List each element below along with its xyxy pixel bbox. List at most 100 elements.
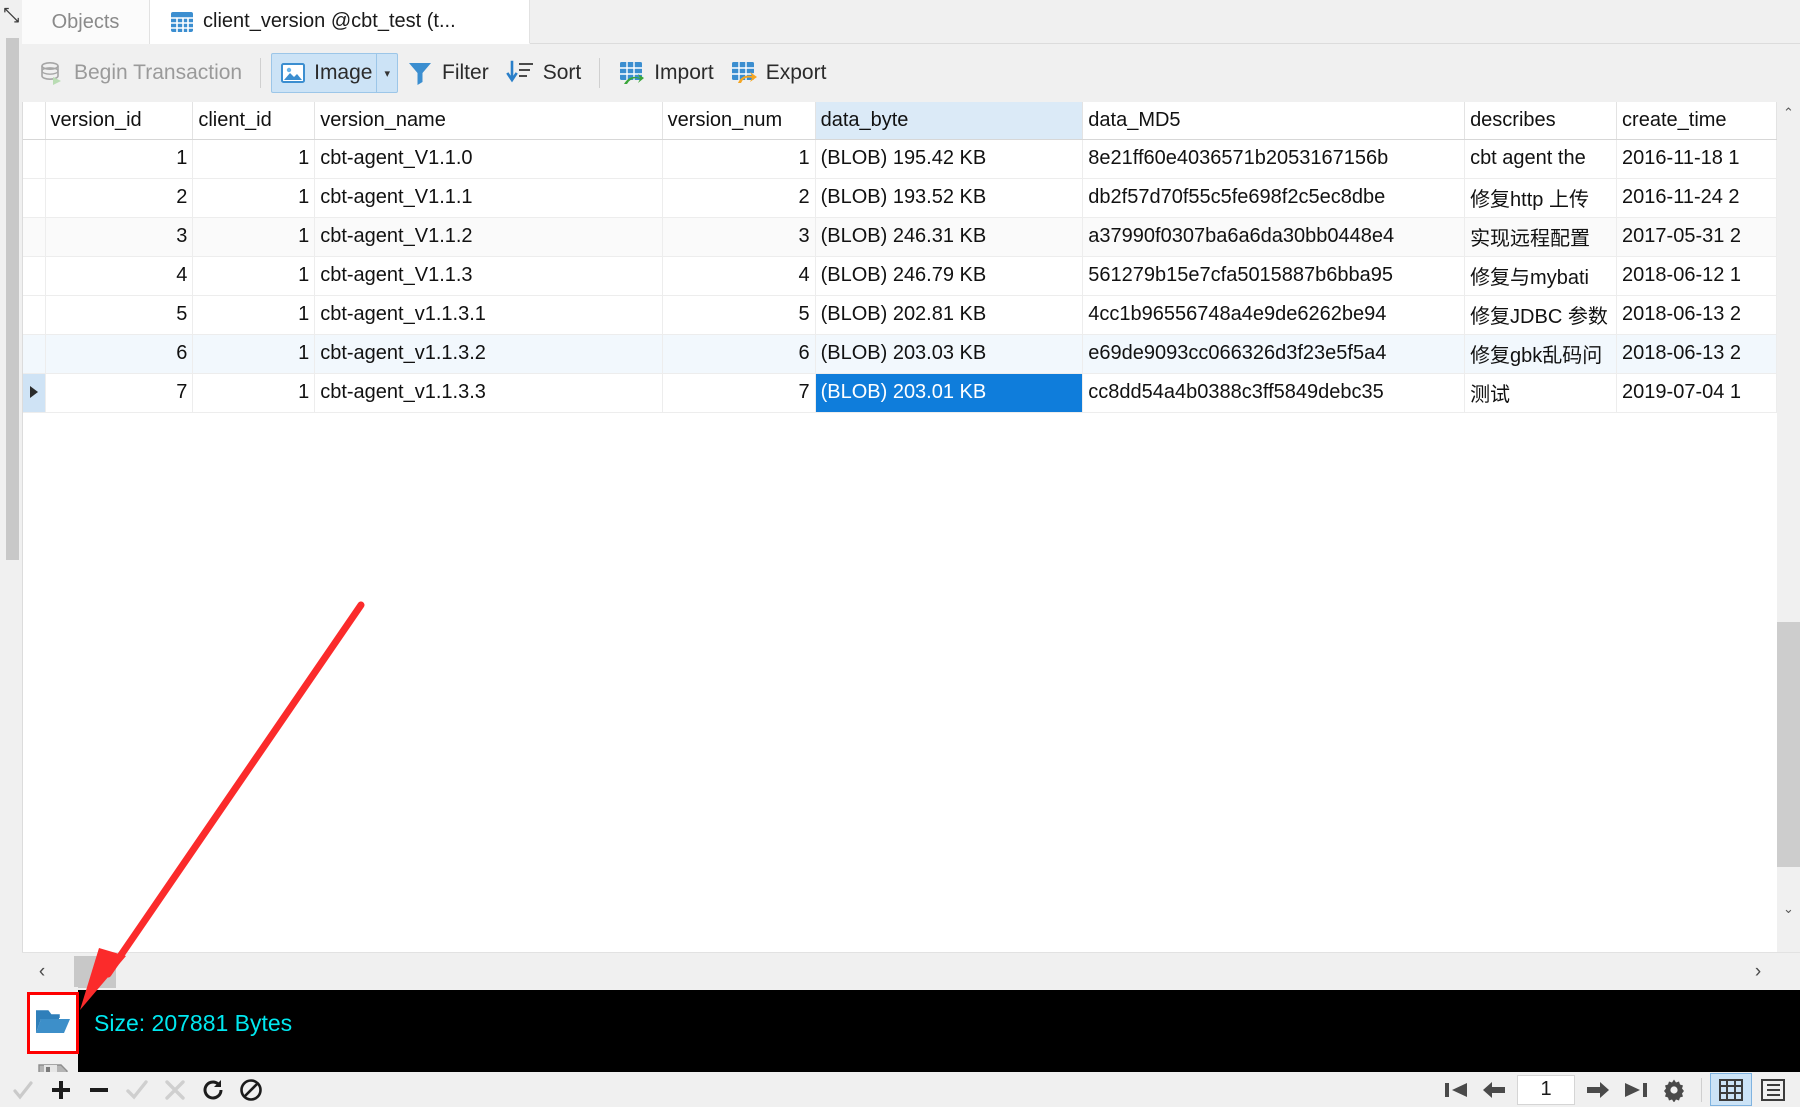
filter-button[interactable]: Filter: [398, 53, 497, 93]
cell-data_byte[interactable]: (BLOB) 195.42 KB: [815, 139, 1084, 179]
cell-version_name[interactable]: cbt-agent_v1.1.3.1: [314, 295, 663, 335]
cell-version_id[interactable]: 6: [45, 334, 194, 374]
cell-version_num[interactable]: 5: [662, 295, 816, 335]
left-collapse-strip[interactable]: ⟷: [0, 0, 25, 1107]
column-header-version_num[interactable]: version_num: [662, 102, 816, 140]
cell-data_byte[interactable]: (BLOB) 193.52 KB: [815, 178, 1084, 218]
previous-page-button[interactable]: [1475, 1072, 1513, 1107]
cell-create_time[interactable]: 2016-11-24 2: [1616, 178, 1777, 218]
tab-objects[interactable]: Objects: [22, 0, 150, 44]
table-row[interactable]: 4 1 cbt-agent_V1.1.3 4 (BLOB) 246.79 KB …: [23, 256, 1777, 296]
cell-client_id[interactable]: 1: [192, 334, 316, 374]
cell-create_time[interactable]: 2018-06-13 2: [1616, 334, 1777, 374]
cell-client_id[interactable]: 1: [192, 139, 316, 179]
row-marker-current[interactable]: [23, 373, 46, 413]
row-marker[interactable]: [23, 139, 46, 179]
image-toggle-group[interactable]: Image ▾: [271, 53, 399, 93]
column-header-version_id[interactable]: version_id: [45, 102, 194, 140]
table-row[interactable]: 1 1 cbt-agent_V1.1.0 1 (BLOB) 195.42 KB …: [23, 139, 1777, 179]
next-page-button[interactable]: [1579, 1072, 1617, 1107]
scroll-left-icon[interactable]: ‹: [28, 953, 56, 991]
column-header-version_name[interactable]: version_name: [314, 102, 663, 140]
cell-client_id[interactable]: 1: [192, 295, 316, 335]
row-marker[interactable]: [23, 217, 46, 257]
cell-version_id[interactable]: 1: [45, 139, 194, 179]
cell-data_MD5[interactable]: 8e21ff60e4036571b2053167156b: [1082, 139, 1466, 179]
cell-describes[interactable]: 实现远程配置: [1464, 217, 1618, 257]
refresh-button[interactable]: [194, 1072, 232, 1107]
cancel-edit-button[interactable]: [156, 1072, 194, 1107]
horizontal-scroll-thumb[interactable]: [74, 956, 116, 988]
cell-data_MD5[interactable]: cc8dd54a4b0388c3ff5849debc35: [1082, 373, 1466, 413]
cell-data_MD5[interactable]: db2f57d70f55c5fe698f2c5ec8dbe: [1082, 178, 1466, 218]
scroll-down-icon[interactable]: ⌄: [1777, 898, 1800, 920]
table-row[interactable]: 6 1 cbt-agent_v1.1.3.2 6 (BLOB) 203.03 K…: [23, 334, 1777, 374]
grid-view-button[interactable]: [1710, 1073, 1752, 1106]
cell-version_id[interactable]: 3: [45, 217, 194, 257]
cell-create_time[interactable]: 2019-07-04 1: [1616, 373, 1777, 413]
horizontal-scrollbar[interactable]: ‹ ›: [22, 952, 1800, 990]
table-row[interactable]: 3 1 cbt-agent_V1.1.2 3 (BLOB) 246.31 KB …: [23, 217, 1777, 257]
column-header-data_MD5[interactable]: data_MD5: [1082, 102, 1466, 140]
row-marker[interactable]: [23, 295, 46, 335]
cell-version_name[interactable]: cbt-agent_V1.1.2: [314, 217, 663, 257]
last-page-button[interactable]: [1617, 1072, 1655, 1107]
cell-describes[interactable]: 修复与mybati: [1464, 256, 1618, 296]
cell-data_MD5[interactable]: 4cc1b96556748a4e9de6262be94: [1082, 295, 1466, 335]
import-button[interactable]: Import: [610, 53, 722, 93]
cell-client_id[interactable]: 1: [192, 217, 316, 257]
cell-create_time[interactable]: 2018-06-12 1: [1616, 256, 1777, 296]
cell-version_id[interactable]: 2: [45, 178, 194, 218]
row-marker[interactable]: [23, 178, 46, 218]
cell-create_time[interactable]: 2016-11-18 1: [1616, 139, 1777, 179]
scroll-up-icon[interactable]: ⌃: [1777, 102, 1800, 124]
cell-describes[interactable]: 修复JDBC 参数: [1464, 295, 1618, 335]
begin-transaction-button[interactable]: Begin Transaction: [30, 53, 250, 93]
cell-data_byte[interactable]: (BLOB) 246.79 KB: [815, 256, 1084, 296]
cell-data_MD5[interactable]: a37990f0307ba6a6da30bb0448e4: [1082, 217, 1466, 257]
form-view-button[interactable]: [1752, 1073, 1794, 1106]
cell-data_MD5[interactable]: e69de9093cc066326d3f23e5f5a4: [1082, 334, 1466, 374]
cell-version_num[interactable]: 6: [662, 334, 816, 374]
vertical-scroll-thumb[interactable]: [1777, 622, 1800, 867]
stop-button[interactable]: [232, 1072, 270, 1107]
cell-client_id[interactable]: 1: [192, 373, 316, 413]
cell-version_num[interactable]: 7: [662, 373, 816, 413]
delete-record-button[interactable]: [80, 1072, 118, 1107]
confirm-edit-button[interactable]: [118, 1072, 156, 1107]
cell-version_num[interactable]: 4: [662, 256, 816, 296]
table-row[interactable]: 5 1 cbt-agent_v1.1.3.1 5 (BLOB) 202.81 K…: [23, 295, 1777, 335]
table-row[interactable]: 2 1 cbt-agent_V1.1.1 2 (BLOB) 193.52 KB …: [23, 178, 1777, 218]
cell-version_num[interactable]: 1: [662, 139, 816, 179]
row-marker[interactable]: [23, 334, 46, 374]
apply-check-button[interactable]: [4, 1072, 42, 1107]
cell-describes[interactable]: 测试: [1464, 373, 1618, 413]
cell-create_time[interactable]: 2017-05-31 2: [1616, 217, 1777, 257]
column-header-describes[interactable]: describes: [1464, 102, 1618, 140]
sort-button[interactable]: Sort: [497, 53, 590, 93]
page-number-input[interactable]: 1: [1517, 1074, 1575, 1105]
tab-client-version[interactable]: client_version @cbt_test (t...: [150, 0, 530, 44]
cell-version_name[interactable]: cbt-agent_v1.1.3.2: [314, 334, 663, 374]
left-splitter-handle[interactable]: [6, 38, 19, 560]
cell-data_byte[interactable]: (BLOB) 202.81 KB: [815, 295, 1084, 335]
cell-version_num[interactable]: 3: [662, 217, 816, 257]
open-blob-button[interactable]: [27, 992, 79, 1054]
cell-version_name[interactable]: cbt-agent_V1.1.3: [314, 256, 663, 296]
cell-version_name[interactable]: cbt-agent_v1.1.3.3: [314, 373, 663, 413]
cell-version_id[interactable]: 7: [45, 373, 194, 413]
add-record-button[interactable]: [42, 1072, 80, 1107]
column-header-client_id[interactable]: client_id: [192, 102, 316, 140]
table-row-selected[interactable]: 7 1 cbt-agent_v1.1.3.3 7 (BLOB) 203.01 K…: [23, 373, 1777, 413]
cell-data_MD5[interactable]: 561279b15e7cfa5015887b6bba95: [1082, 256, 1466, 296]
first-page-button[interactable]: [1437, 1072, 1475, 1107]
cell-version_id[interactable]: 4: [45, 256, 194, 296]
row-marker[interactable]: [23, 256, 46, 296]
result-grid[interactable]: version_id client_id version_name versio…: [22, 102, 1777, 952]
image-dropdown-caret-icon[interactable]: ▾: [376, 54, 397, 92]
scroll-right-icon[interactable]: ›: [1744, 953, 1772, 991]
cell-describes[interactable]: cbt agent the: [1464, 139, 1618, 179]
cell-version_id[interactable]: 5: [45, 295, 194, 335]
cell-client_id[interactable]: 1: [192, 178, 316, 218]
column-header-create_time[interactable]: create_time: [1616, 102, 1777, 140]
